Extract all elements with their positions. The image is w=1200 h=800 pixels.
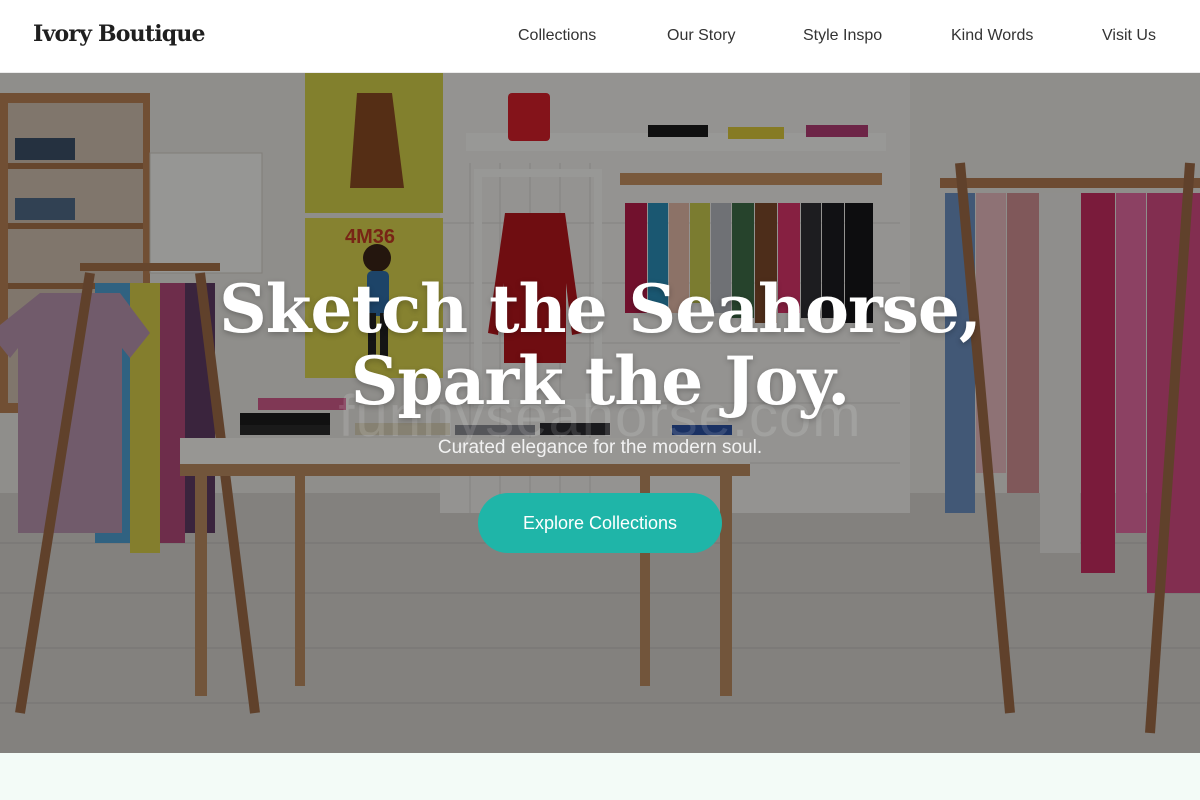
hero-title-line2: Spark the Joy. bbox=[350, 342, 850, 420]
explore-collections-button[interactable]: Explore Collections bbox=[478, 493, 722, 553]
hero-title-line1: Sketch the Seahorse, bbox=[219, 270, 982, 348]
nav-collections[interactable]: Collections bbox=[518, 27, 596, 45]
nav-style-inspo[interactable]: Style Inspo bbox=[803, 27, 882, 45]
hero-section: 4M36 funnyseahorse.com Sketch the Seahor… bbox=[0, 73, 1200, 753]
hero-subtitle: Curated elegance for the modern soul. bbox=[437, 437, 763, 458]
site-header: Ivory Boutique Collections Our Story Sty… bbox=[0, 0, 1200, 73]
hero-title: Sketch the Seahorse, Spark the Joy. bbox=[0, 273, 1200, 417]
next-section-band bbox=[0, 753, 1200, 800]
nav-kind-words[interactable]: Kind Words bbox=[951, 27, 1033, 45]
nav-visit-us[interactable]: Visit Us bbox=[1102, 27, 1156, 45]
brand-logo[interactable]: Ivory Boutique bbox=[33, 21, 206, 47]
nav-our-story[interactable]: Our Story bbox=[667, 27, 735, 45]
